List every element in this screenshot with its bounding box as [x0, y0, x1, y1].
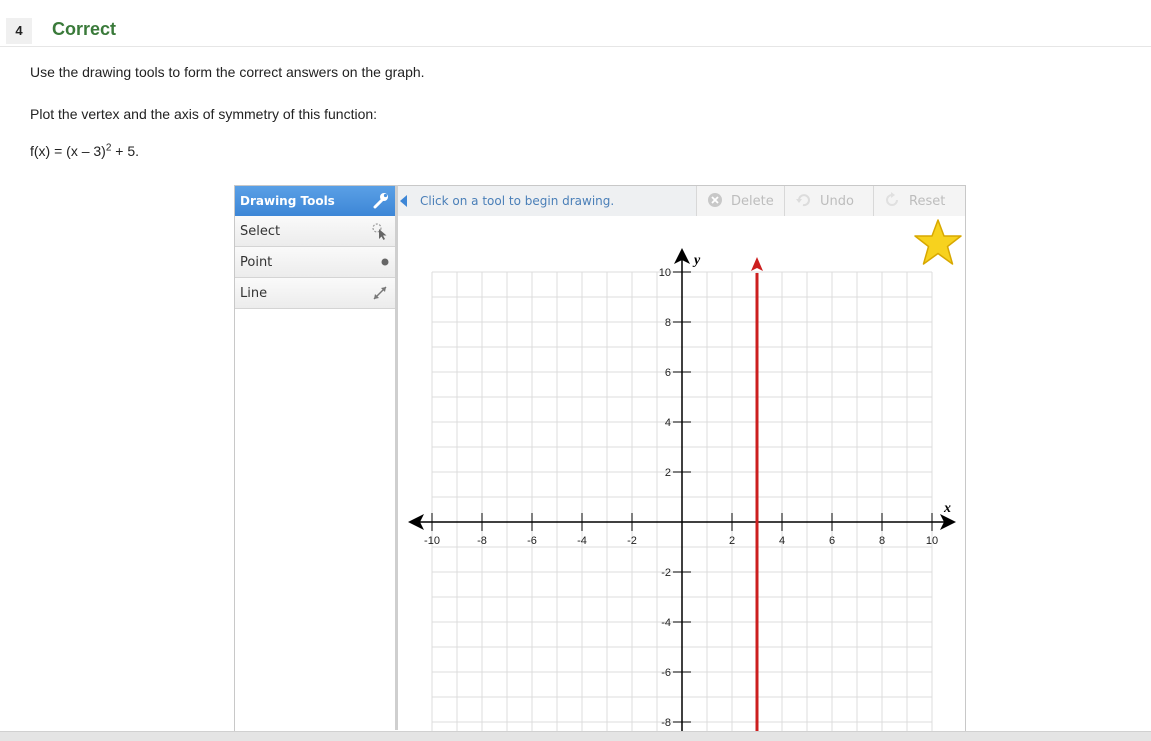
drawing-tools-panel: Drawing Tools Select Point Line [234, 185, 396, 732]
hint-bar: Click on a tool to begin drawing. [398, 186, 696, 216]
x-tick-label: 6 [829, 535, 835, 547]
x-tick-label: 10 [926, 535, 938, 547]
graph-toolbar: Click on a tool to begin drawing. Delete… [398, 186, 965, 216]
function-prefix: f(x) = (x – 3) [30, 143, 106, 159]
y-tick-label: -8 [661, 717, 671, 729]
instruction-text: Use the drawing tools to form the correc… [30, 64, 425, 80]
x-axis-label: x [943, 501, 951, 516]
y-tick-label: -2 [661, 567, 671, 579]
x-tick-label: -2 [627, 535, 637, 547]
tool-line[interactable]: Line [235, 278, 396, 309]
x-tick-label: -8 [477, 535, 487, 547]
gold-star-icon [914, 219, 962, 265]
undo-button[interactable]: Undo [784, 186, 874, 216]
undo-label: Undo [820, 194, 854, 209]
question-status: Correct [52, 19, 117, 39]
reset-circular-icon [886, 192, 898, 206]
y-tick-label: -4 [661, 617, 671, 629]
tool-select-label: Select [240, 224, 281, 239]
x-tick-label: 2 [729, 535, 735, 547]
x-tick-label: -10 [424, 535, 440, 547]
x-tick-label: -4 [577, 535, 587, 547]
drawing-tools-header: Drawing Tools [235, 186, 396, 216]
function-expression: f(x) = (x – 3)2 + 5. [30, 143, 139, 159]
x-tick-label: 8 [879, 535, 885, 547]
y-tick-label: -6 [661, 667, 671, 679]
hint-text: Click on a tool to begin drawing. [420, 194, 615, 208]
point-dot-icon [381, 258, 389, 266]
x-tick-label: -6 [527, 535, 537, 547]
function-suffix: + 5. [111, 143, 140, 159]
select-cursor-icon [372, 223, 387, 240]
tool-point[interactable]: Point [235, 247, 396, 278]
y-tick-label: 2 [665, 467, 671, 479]
tool-point-label: Point [240, 255, 273, 270]
delete-label: Delete [731, 194, 774, 209]
collapse-arrow-icon[interactable] [400, 195, 407, 207]
y-tick-label: 8 [665, 317, 671, 329]
x-tick-label: 4 [779, 535, 785, 547]
delete-button[interactable]: Delete [696, 186, 785, 216]
y-axis-label: y [692, 253, 701, 268]
graph-canvas-area[interactable]: Click on a tool to begin drawing. Delete… [398, 185, 966, 732]
undo-arrow-icon [796, 194, 810, 207]
coordinate-grid[interactable]: -10 -8 -6 -4 -2 2 4 6 8 10 10 8 6 4 2 -2 -4 -6 -8 x y [398, 216, 965, 731]
wrench-icon [373, 193, 388, 209]
reset-button[interactable]: Reset [873, 186, 965, 216]
y-tick-label: 6 [665, 367, 671, 379]
tool-line-label: Line [240, 286, 268, 301]
prompt-text: Plot the vertex and the axis of symmetry… [30, 106, 378, 122]
y-tick-label: 10 [659, 267, 671, 279]
question-header: 4 Correct [0, 14, 1151, 47]
y-tick-label: 4 [665, 417, 671, 429]
axis-of-symmetry-arrow [751, 257, 763, 271]
tool-select[interactable]: Select [235, 216, 396, 247]
drawing-tools-title: Drawing Tools [240, 194, 335, 208]
delete-x-icon [708, 193, 722, 207]
reset-label: Reset [909, 194, 946, 209]
question-number: 4 [6, 18, 32, 44]
line-arrows-icon [373, 286, 387, 300]
